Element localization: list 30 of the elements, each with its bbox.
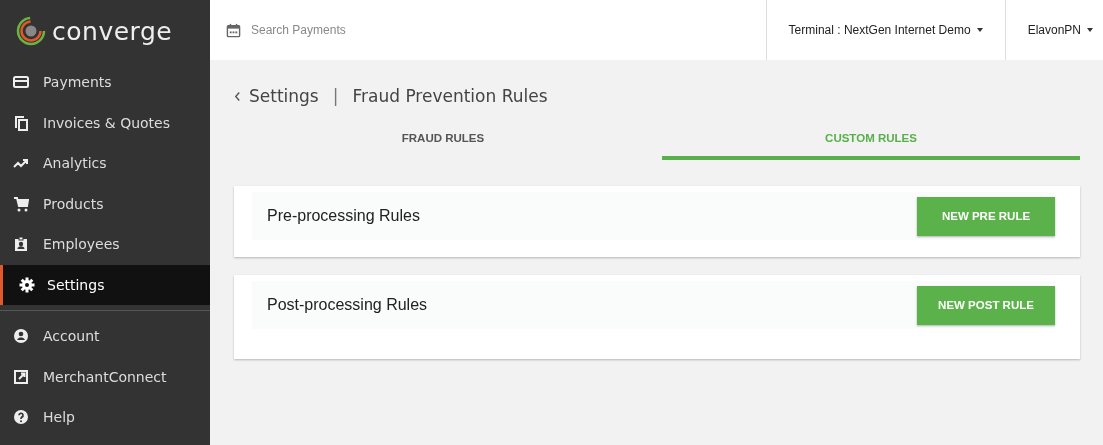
help-icon	[13, 409, 29, 426]
sidebar-item[interactable]: Employees	[0, 224, 210, 265]
sidebar-item[interactable]: Account	[0, 316, 210, 357]
copy-icon	[13, 114, 29, 131]
sidebar-item[interactable]: MerchantConnect	[0, 356, 210, 397]
id-badge-icon	[13, 236, 29, 253]
account-icon	[13, 328, 29, 345]
sidebar-item[interactable]: Payments	[0, 62, 210, 103]
back-link[interactable]: Settings	[249, 86, 319, 106]
logo-text: converge	[52, 16, 173, 46]
tab[interactable]: FRAUD RULES	[234, 120, 652, 160]
external-link-icon	[13, 368, 29, 385]
card-title: Post-processing Rules	[267, 296, 428, 314]
sidebar-item[interactable]: Products	[0, 183, 210, 224]
chevron-left-icon[interactable]	[234, 90, 241, 102]
sidebar-item[interactable]: Invoices & Quotes	[0, 102, 210, 143]
sidebar-item[interactable]: Settings	[0, 264, 210, 305]
search-field[interactable]: Search Payments	[249, 22, 766, 38]
page-title: Fraud Prevention Rules	[352, 86, 548, 106]
settings-icon	[19, 276, 35, 293]
cart-icon	[13, 195, 29, 212]
breadcrumb-separator: |	[332, 86, 339, 106]
calendar-icon	[226, 22, 241, 38]
caret-icon	[1087, 28, 1093, 32]
card-title: Pre-processing Rules	[267, 207, 420, 225]
credit-card-icon	[13, 74, 29, 91]
logo-icon	[16, 16, 46, 46]
caret-icon	[976, 28, 983, 32]
sidebar-item[interactable]: Help	[0, 397, 210, 438]
sidebar-item[interactable]: Analytics	[0, 143, 210, 184]
